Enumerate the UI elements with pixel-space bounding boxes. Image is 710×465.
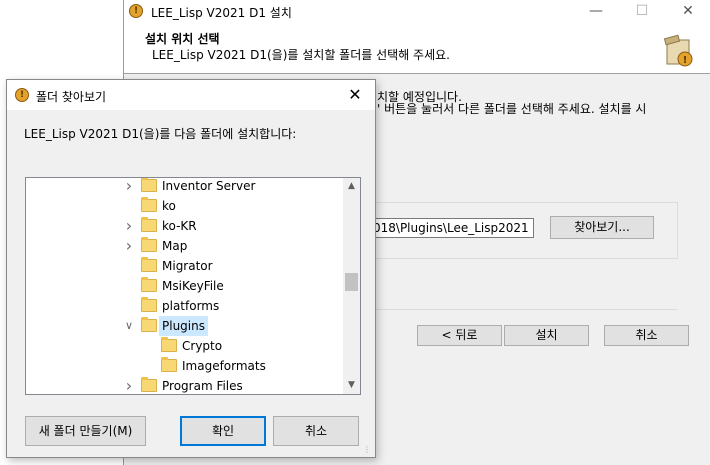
dialog-close-icon[interactable]: ✕	[335, 80, 375, 110]
header-subtitle: LEE_Lisp V2021 D1(을)를 설치할 폴더를 선택해 주세요.	[152, 48, 450, 62]
tree-item[interactable]: › Program Files	[26, 376, 344, 394]
close-icon[interactable]: ✕	[665, 0, 710, 24]
installer-title: LEE_Lisp V2021 D1 설치	[151, 6, 292, 20]
dialog-app-icon: !	[15, 88, 29, 102]
divider	[367, 309, 677, 310]
ok-button[interactable]: 확인	[180, 416, 266, 446]
svg-text:!: !	[683, 55, 688, 66]
dialog-cancel-button[interactable]: 취소	[273, 416, 359, 446]
destination-path-input[interactable]: 018\Plugins\Lee_Lisp2021	[370, 218, 534, 238]
tree-item[interactable]: Crypto	[26, 336, 344, 356]
tree-item[interactable]: Imageformats	[26, 356, 344, 376]
installer-box-icon: !	[663, 34, 693, 67]
tree-item-label: Program Files	[162, 379, 243, 393]
folder-icon	[141, 377, 157, 392]
tree-item[interactable]: › Inventor Server	[26, 178, 344, 196]
tree-item[interactable]: ko	[26, 196, 344, 216]
new-folder-button[interactable]: 새 폴더 만들기(M)	[25, 416, 146, 446]
dialog-description: LEE_Lisp V2021 D1(을)를 다음 폴더에 설치합니다:	[24, 127, 297, 141]
tree-item-label: platforms	[162, 299, 220, 313]
install-button[interactable]: 설치	[504, 325, 589, 346]
tree-item-label: MsiKeyFile	[162, 279, 224, 293]
tree-item[interactable]: › Map	[26, 236, 344, 256]
scroll-up-icon[interactable]: ▲	[343, 178, 360, 195]
chevron-right-icon[interactable]: ›	[123, 238, 135, 254]
tree-item-label: Crypto	[182, 339, 223, 353]
dialog-titlebar: ! 폴더 찾아보기 ✕	[7, 80, 375, 110]
browse-button[interactable]: 찾아보기...	[550, 216, 654, 239]
chevron-right-icon[interactable]: ›	[123, 178, 135, 194]
installer-header: 설치 위치 선택 LEE_Lisp V2021 D1(을)를 설치할 폴더를 선…	[124, 24, 710, 74]
tree-item[interactable]: Migrator	[26, 256, 344, 276]
folder-icon	[141, 217, 157, 232]
tree-item[interactable]: ∨ Plugins	[26, 316, 344, 336]
installer-titlebar: ! LEE_Lisp V2021 D1 설치 — ☐ ✕	[124, 0, 710, 24]
folder-icon	[141, 317, 157, 332]
folder-icon	[141, 197, 157, 212]
chevron-down-icon[interactable]: ∨	[123, 319, 135, 333]
minimize-icon[interactable]: —	[573, 0, 619, 24]
folder-icon	[141, 277, 157, 292]
maximize-icon[interactable]: ☐	[619, 0, 665, 24]
body-text-line2: ' 버튼을 눌러서 다른 폴더를 선택해 주세요. 설치를 시	[377, 102, 647, 116]
tree-item[interactable]: platforms	[26, 296, 344, 316]
back-button[interactable]: < 뒤로	[417, 325, 502, 346]
scroll-thumb[interactable]	[345, 273, 358, 291]
folder-icon	[141, 297, 157, 312]
dialog-title: 폴더 찾아보기	[36, 90, 107, 104]
folder-icon	[141, 237, 157, 252]
tree-item-label: Migrator	[162, 259, 213, 273]
chevron-right-icon[interactable]: ›	[123, 218, 135, 234]
tree-item-label: ko-KR	[162, 219, 197, 233]
tree-scrollbar[interactable]: ▲ ▼	[343, 178, 360, 394]
folder-icon	[161, 357, 177, 372]
browse-folder-dialog: ! 폴더 찾아보기 ✕ LEE_Lisp V2021 D1(을)를 다음 폴더에…	[6, 79, 376, 458]
tree-item-label: Plugins	[159, 316, 208, 336]
installer-cancel-button[interactable]: 취소	[604, 325, 689, 346]
folder-icon	[161, 337, 177, 352]
scroll-down-icon[interactable]: ▼	[343, 377, 360, 394]
header-title: 설치 위치 선택	[145, 32, 220, 46]
tree-item-label: ko	[162, 199, 176, 213]
tree-item-label: Inventor Server	[162, 179, 256, 193]
chevron-right-icon[interactable]: ›	[123, 378, 135, 394]
tree-item[interactable]: › ko-KR	[26, 216, 344, 236]
folder-icon	[141, 257, 157, 272]
resize-grip-icon[interactable]: ⋮	[363, 445, 373, 455]
installer-app-icon: !	[129, 4, 143, 18]
tree-item[interactable]: MsiKeyFile	[26, 276, 344, 296]
tree-item-label: Map	[162, 239, 188, 253]
folder-tree[interactable]: › Inventor Server ko › ko-KR › Map Migrator MsiK…	[25, 177, 361, 395]
folder-icon	[141, 178, 157, 192]
tree-item-label: Imageformats	[182, 359, 266, 373]
